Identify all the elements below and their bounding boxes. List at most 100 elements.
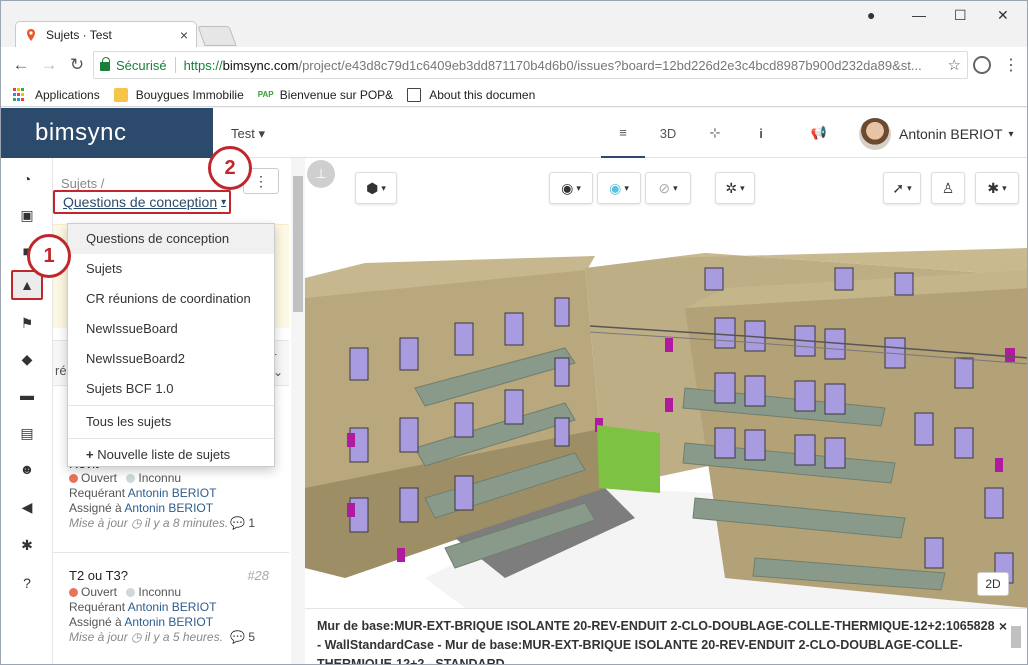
scrollbar-thumb[interactable]: [293, 176, 303, 312]
user-menu[interactable]: Antonin BERIOT ▾: [859, 118, 1014, 150]
clock-icon: ◷: [131, 630, 142, 644]
toggle-2d-button[interactable]: 2D: [977, 572, 1009, 596]
dropdown-item[interactable]: NewIssueBoard: [68, 314, 274, 344]
dropdown-item[interactable]: Sujets: [68, 254, 274, 284]
hide-dropdown[interactable]: ⊘ ▾: [645, 172, 691, 204]
extension-icon[interactable]: [973, 56, 991, 74]
issue-requester-line: Requérant Antonin BERIOT: [69, 486, 273, 501]
dropdown-new-list[interactable]: + Nouvelle liste de sujets: [68, 440, 274, 470]
issue-number: #28: [247, 568, 269, 583]
settings-gear-icon[interactable]: ✱: [11, 530, 43, 560]
back-icon[interactable]: ←: [7, 55, 35, 75]
dropdown-item[interactable]: CR réunions de coordination: [68, 284, 274, 314]
close-window-icon[interactable]: ✕: [997, 7, 1009, 24]
address-divider: [174, 57, 176, 73]
viewer-settings-dropdown[interactable]: ✱ ▾: [975, 172, 1019, 204]
book-nav-icon[interactable]: ▤: [11, 418, 43, 448]
flag-icon[interactable]: ⚑: [11, 308, 43, 338]
new-tab-button[interactable]: [197, 26, 237, 46]
maximize-icon[interactable]: ☐: [954, 7, 967, 24]
forward-icon[interactable]: →: [35, 55, 63, 75]
project-selector[interactable]: Test ▾: [231, 126, 265, 142]
xray-dropdown[interactable]: ◉ ▾: [597, 172, 641, 204]
bookmark-about[interactable]: About this documen: [407, 87, 536, 102]
issue-updated-line: Mise à jour ◷ il y a 5 heures. 💬 5: [69, 630, 273, 645]
issue-card[interactable]: T2 ou T3? #28 Ouvert Inconnu Requérant A…: [53, 568, 289, 645]
tab-close-icon[interactable]: ×: [180, 27, 188, 43]
bookmark-star-icon[interactable]: ☆: [948, 56, 961, 74]
browser-tab[interactable]: Sujets · Test ×: [15, 21, 197, 48]
eye-slash-icon: ⊘: [658, 179, 671, 196]
reload-icon[interactable]: ↻: [63, 55, 91, 75]
board-selected-label: Questions de conception: [63, 194, 218, 210]
caret-down-icon: ▾: [258, 126, 265, 141]
caret-down-icon: ▾: [907, 182, 912, 193]
requester-label: Requérant: [69, 486, 126, 500]
browser-titlebar: Sujets · Test × ● — ☐ ✕: [1, 1, 1027, 48]
board-selector[interactable]: Questions de conception ▾: [53, 190, 231, 214]
priority-dot-icon: [126, 588, 136, 597]
requester-link[interactable]: Antonin BERIOT: [128, 600, 217, 614]
dashboard-icon[interactable]: ◔: [11, 164, 43, 194]
dropdown-item[interactable]: NewIssueBoard2: [68, 344, 274, 374]
bookmarks-bar: Applications Bouygues Immobilie PAP Bien…: [1, 83, 1027, 107]
comment-count: 💬 1: [230, 516, 255, 531]
model-cube-icon[interactable]: ▣: [11, 200, 43, 230]
status-dot-icon: [69, 474, 78, 483]
folder-nav-icon[interactable]: ▬: [11, 380, 43, 410]
updated-label: Mise à jour: [69, 516, 128, 530]
navigation-pin-icon[interactable]: ⊥: [307, 160, 335, 188]
dropdown-item[interactable]: Sujets BCF 1.0: [68, 374, 274, 404]
minimize-icon[interactable]: —: [912, 7, 926, 23]
bookmark-bouygues[interactable]: Bouygues Immobilie: [113, 87, 244, 102]
breadcrumb[interactable]: Sujets /: [61, 176, 104, 191]
plus-icon: +: [86, 447, 94, 462]
tree-view-tab[interactable]: ⊹: [695, 108, 735, 158]
info-tab[interactable]: i: [741, 108, 781, 158]
assignee-link[interactable]: Antonin BERIOT: [124, 501, 213, 515]
caret-down-icon: ▾: [381, 182, 386, 193]
panel-scrollbar[interactable]: [291, 158, 305, 664]
browser-menu-icon[interactable]: ⋮: [1003, 55, 1019, 75]
dropdown-item[interactable]: Questions de conception: [68, 224, 274, 254]
select-tool-dropdown[interactable]: ➚ ▾: [883, 172, 921, 204]
info-icon: i: [759, 125, 763, 141]
list-view-tab[interactable]: ≡: [601, 108, 645, 158]
pap-logo-icon: PAP: [257, 90, 274, 99]
tags-icon[interactable]: ◆: [11, 344, 43, 374]
building-model-render[interactable]: [305, 158, 1028, 608]
requester-label: Requérant: [69, 600, 126, 614]
requester-link[interactable]: Antonin BERIOT: [128, 486, 217, 500]
bimsync-logo[interactable]: bimsync: [1, 108, 213, 158]
model-cube-dropdown[interactable]: ⬢ ▾: [355, 172, 397, 204]
bookmark-pap[interactable]: PAP Bienvenue sur POP&: [258, 88, 393, 102]
account-icon[interactable]: ●: [867, 7, 875, 23]
issue-updated-line: Mise à jour ◷ il y a 8 minutes. 💬 1: [69, 516, 273, 531]
tab-3d[interactable]: 3D: [647, 108, 689, 158]
3d-viewer[interactable]: ⊥ ⬢ ▾ ◉ ▾ ◉ ▾ ⊘ ▾ ✲ ▾ ➚ ▾ ♙ ✱ ▾ 2D Mur de base:…: [305, 158, 1028, 664]
assignee-label: Assigné à: [69, 615, 122, 629]
bookmark-label: About this documen: [429, 87, 536, 102]
assignee-link[interactable]: Antonin BERIOT: [124, 615, 213, 629]
address-bar[interactable]: Sécurisé https://bimsync.com/project/e43…: [93, 51, 968, 79]
close-icon[interactable]: ×: [999, 617, 1007, 636]
users-icon[interactable]: ☻: [11, 454, 43, 484]
bookmark-applications[interactable]: Applications: [13, 87, 100, 102]
dropdown-all-issues[interactable]: Tous les sujets: [68, 407, 274, 437]
help-icon[interactable]: ?: [11, 568, 43, 598]
issue-status: Ouvert: [81, 585, 118, 599]
explode-dropdown[interactable]: ✲ ▾: [715, 172, 755, 204]
comment-count: 💬 5: [230, 630, 255, 645]
issue-divider: [53, 552, 289, 553]
secure-label: Sécurisé: [116, 57, 167, 73]
apps-grid-icon: [13, 87, 27, 102]
info-scrollbar[interactable]: [1011, 626, 1021, 648]
visibility-dropdown[interactable]: ◉ ▾: [549, 172, 593, 204]
comment-number: 5: [248, 630, 255, 644]
issue-status-line: Ouvert Inconnu: [69, 471, 273, 486]
bimsync-app: bimsync Test ▾ ≡ 3D ⊹ i 📢 Antonin BERIOT…: [1, 108, 1028, 664]
announcement-icon[interactable]: ◀: [11, 492, 43, 522]
stamp-tool-button[interactable]: ♙: [931, 172, 965, 204]
announce-tab[interactable]: 📢: [799, 108, 839, 158]
url-text: https://bimsync.com/project/e43d8c79d1c6…: [184, 58, 922, 73]
